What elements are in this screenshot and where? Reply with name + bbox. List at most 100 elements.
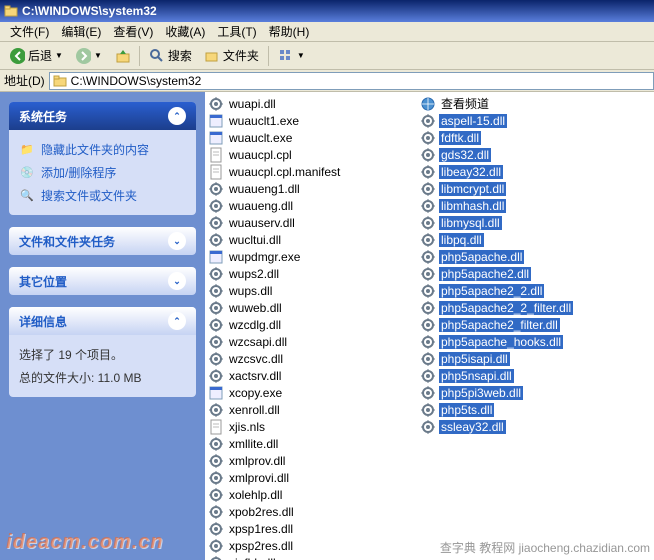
menu-tools[interactable]: 工具(T) <box>211 21 262 42</box>
file-icon <box>208 198 224 214</box>
file-name: php5apache2_2.dll <box>439 284 544 298</box>
file-icon <box>420 368 436 384</box>
forward-button[interactable]: ▼ <box>70 45 107 67</box>
file-item[interactable]: php5ts.dll <box>417 401 629 418</box>
file-item[interactable]: php5apache2_filter.dll <box>417 316 629 333</box>
file-tasks-header[interactable]: 文件和文件夹任务 ⌄ <box>9 227 196 255</box>
file-item[interactable]: gds32.dll <box>417 146 629 163</box>
file-name: php5ts.dll <box>439 403 494 417</box>
file-item[interactable]: php5apache2_2.dll <box>417 282 629 299</box>
file-item[interactable]: wuauserv.dll <box>205 214 417 231</box>
file-name: php5apache.dll <box>439 250 524 264</box>
file-name: fdftk.dll <box>439 131 481 145</box>
file-name: xcopy.exe <box>227 386 284 400</box>
address-input[interactable] <box>71 74 653 88</box>
file-item[interactable]: xmlprovi.dll <box>205 469 417 486</box>
file-item[interactable]: wzcsapi.dll <box>205 333 417 350</box>
file-item[interactable]: wupdmgr.exe <box>205 248 417 265</box>
file-item[interactable]: php5apache2.dll <box>417 265 629 282</box>
menu-fav[interactable]: 收藏(A) <box>159 21 211 42</box>
dropdown-icon: ▼ <box>55 51 63 60</box>
file-item[interactable]: wucltui.dll <box>205 231 417 248</box>
file-name: libmhash.dll <box>439 199 506 213</box>
file-item[interactable]: php5pi3web.dll <box>417 384 629 401</box>
file-item[interactable]: wups2.dll <box>205 265 417 282</box>
address-label: 地址(D) <box>4 72 45 89</box>
back-button[interactable]: 后退 ▼ <box>4 44 68 67</box>
side-panel: 系统任务 ⌃ 📁隐藏此文件夹的内容 💿添加/删除程序 🔍搜索文件或文件夹 文件和… <box>0 92 205 560</box>
toolbar: 后退 ▼ ▼ 搜索 文件夹 ▼ <box>0 42 654 70</box>
details-header[interactable]: 详细信息 ⌃ <box>9 307 196 335</box>
file-item[interactable]: libmysql.dll <box>417 214 629 231</box>
file-name: php5apache2_filter.dll <box>439 318 560 332</box>
address-bar: 地址(D) <box>0 70 654 92</box>
file-item[interactable]: wuaueng.dll <box>205 197 417 214</box>
file-item[interactable]: xpob2res.dll <box>205 503 417 520</box>
file-item[interactable]: wuapi.dll <box>205 95 417 112</box>
file-item[interactable]: php5nsapi.dll <box>417 367 629 384</box>
file-item[interactable]: fdftk.dll <box>417 129 629 146</box>
file-item[interactable]: wuaucpl.cpl.manifest <box>205 163 417 180</box>
file-name: aspell-15.dll <box>439 114 507 128</box>
task-hide-contents[interactable]: 📁隐藏此文件夹的内容 <box>19 138 186 161</box>
file-name: wuauclt1.exe <box>227 114 301 128</box>
file-icon <box>208 402 224 418</box>
up-button[interactable] <box>109 45 135 67</box>
file-item[interactable]: wuaueng1.dll <box>205 180 417 197</box>
file-item[interactable]: xpsp1res.dll <box>205 520 417 537</box>
file-item[interactable]: zipfldr.dll <box>205 554 417 560</box>
file-icon <box>420 164 436 180</box>
file-item[interactable]: xenroll.dll <box>205 401 417 418</box>
address-input-wrap[interactable] <box>49 72 654 90</box>
channel-link[interactable]: 查看频道 <box>417 95 629 112</box>
file-item[interactable]: wuweb.dll <box>205 299 417 316</box>
folders-icon <box>204 48 220 64</box>
file-item[interactable]: xpsp2res.dll <box>205 537 417 554</box>
file-name: wuaucpl.cpl.manifest <box>227 165 342 179</box>
file-icon <box>208 521 224 537</box>
file-item[interactable]: libmhash.dll <box>417 197 629 214</box>
file-item[interactable]: libpq.dll <box>417 231 629 248</box>
other-places-header[interactable]: 其它位置 ⌄ <box>9 267 196 295</box>
file-item[interactable]: xactsrv.dll <box>205 367 417 384</box>
file-item[interactable]: xmlprov.dll <box>205 452 417 469</box>
file-tasks-box: 文件和文件夹任务 ⌄ <box>9 227 196 255</box>
file-icon <box>208 419 224 435</box>
search-button[interactable]: 搜索 <box>144 44 197 67</box>
menu-view[interactable]: 查看(V) <box>107 21 159 42</box>
dropdown-icon: ▼ <box>94 51 102 60</box>
search-icon <box>149 48 165 64</box>
file-item[interactable]: libeay32.dll <box>417 163 629 180</box>
menu-file[interactable]: 文件(F) <box>4 21 55 42</box>
file-item[interactable]: xcopy.exe <box>205 384 417 401</box>
system-tasks-header[interactable]: 系统任务 ⌃ <box>9 102 196 130</box>
file-name: php5nsapi.dll <box>439 369 514 383</box>
file-item[interactable]: wuaucpl.cpl <box>205 146 417 163</box>
file-item[interactable]: xjis.nls <box>205 418 417 435</box>
watermark-2: 查字典 教程网 jiaocheng.chazidian.com <box>440 539 650 556</box>
file-item[interactable]: aspell-15.dll <box>417 112 629 129</box>
file-item[interactable]: libmcrypt.dll <box>417 180 629 197</box>
file-item[interactable]: xolehlp.dll <box>205 486 417 503</box>
file-item[interactable]: wuauclt1.exe <box>205 112 417 129</box>
file-item[interactable]: php5apache_hooks.dll <box>417 333 629 350</box>
file-item[interactable]: wups.dll <box>205 282 417 299</box>
task-search-files[interactable]: 🔍搜索文件或文件夹 <box>19 184 186 207</box>
file-name: php5apache_hooks.dll <box>439 335 563 349</box>
folders-button[interactable]: 文件夹 <box>199 44 264 67</box>
menu-edit[interactable]: 编辑(E) <box>55 21 107 42</box>
file-item[interactable]: ssleay32.dll <box>417 418 629 435</box>
task-add-remove[interactable]: 💿添加/删除程序 <box>19 161 186 184</box>
file-item[interactable]: php5apache2_2_filter.dll <box>417 299 629 316</box>
file-item[interactable]: wzcsvc.dll <box>205 350 417 367</box>
file-name: libmcrypt.dll <box>439 182 506 196</box>
views-button[interactable]: ▼ <box>273 45 310 67</box>
menu-help[interactable]: 帮助(H) <box>263 21 316 42</box>
file-item[interactable]: php5apache.dll <box>417 248 629 265</box>
file-item[interactable]: xmllite.dll <box>205 435 417 452</box>
file-item[interactable]: wuauclt.exe <box>205 129 417 146</box>
file-icon <box>420 113 436 129</box>
file-item[interactable]: php5isapi.dll <box>417 350 629 367</box>
file-item[interactable]: wzcdlg.dll <box>205 316 417 333</box>
file-list[interactable]: wuapi.dllwuauclt1.exewuauclt.exewuaucpl.… <box>205 92 654 560</box>
